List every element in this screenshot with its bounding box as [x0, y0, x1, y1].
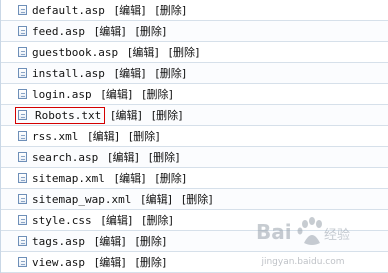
file-row: rss.xml [编辑] [删除] [1, 126, 388, 147]
file-row-content: default.asp [编辑] [删除] [32, 0, 196, 20]
file-row-content: guestbook.asp [编辑] [删除] [32, 42, 209, 62]
file-name: install.asp [32, 66, 105, 80]
file-name: sitemap.xml [32, 171, 105, 185]
edit-link[interactable]: [编辑] [108, 149, 139, 165]
delete-link[interactable]: [删除] [152, 107, 183, 123]
file-icon [18, 173, 27, 183]
delete-link[interactable]: [删除] [136, 254, 167, 270]
delete-link[interactable]: [删除] [136, 233, 167, 249]
delete-link[interactable]: [删除] [142, 212, 173, 228]
file-name: view.asp [32, 255, 85, 269]
file-row: sitemap.xml [编辑] [删除] [1, 168, 388, 189]
file-row: view.asp [编辑] [删除] [1, 252, 388, 273]
file-icon [18, 257, 27, 267]
file-name: Robots.txt [35, 108, 102, 122]
delete-link[interactable]: [删除] [155, 65, 186, 81]
file-icon [18, 47, 27, 57]
edit-link[interactable]: [编辑] [102, 212, 133, 228]
file-row: tags.asp [编辑] [删除] [1, 231, 388, 252]
file-row: guestbook.asp [编辑] [删除] [1, 42, 388, 63]
file-row: feed.asp [编辑] [删除] [1, 21, 388, 42]
file-name: login.asp [32, 87, 92, 101]
edit-link[interactable]: [编辑] [115, 65, 146, 81]
file-row-content: tags.asp [编辑] [删除] [32, 231, 176, 251]
file-list: default.asp [编辑] [删除] feed.asp [编辑] [删除] guest… [0, 0, 388, 273]
file-name: style.css [32, 213, 92, 227]
edit-link[interactable]: [编辑] [128, 44, 159, 60]
edit-link[interactable]: [编辑] [115, 170, 146, 186]
file-icon [18, 68, 27, 78]
file-row-content: install.asp [编辑] [删除] [32, 63, 196, 83]
delete-link[interactable]: [删除] [155, 2, 186, 18]
file-row: Robots.txt [编辑] [删除] [1, 105, 388, 126]
file-name: search.asp [32, 150, 99, 164]
file-row: login.asp [编辑] [删除] [1, 84, 388, 105]
file-row-content: login.asp [编辑] [删除] [32, 84, 183, 104]
file-name-wrap: Robots.txt [15, 106, 106, 124]
file-row: style.css [编辑] [删除] [1, 210, 388, 231]
delete-link[interactable]: [删除] [182, 191, 213, 207]
file-row-content: sitemap_wap.xml [编辑] [删除] [32, 189, 223, 209]
file-row-content: search.asp [编辑] [删除] [32, 147, 189, 167]
edit-link[interactable]: [编辑] [102, 86, 133, 102]
file-name: default.asp [32, 3, 105, 17]
delete-link[interactable]: [删除] [136, 23, 167, 39]
file-icon [18, 152, 27, 162]
edit-link[interactable]: [编辑] [95, 254, 126, 270]
delete-link[interactable]: [删除] [155, 170, 186, 186]
file-icon [18, 194, 27, 204]
edit-link[interactable]: [编辑] [115, 2, 146, 18]
file-row-content: Robots.txt [编辑] [删除] [15, 105, 192, 125]
file-icon [18, 215, 27, 225]
file-name: feed.asp [32, 24, 85, 38]
delete-link[interactable]: [删除] [149, 149, 180, 165]
file-name: guestbook.asp [32, 45, 119, 59]
file-name: tags.asp [32, 234, 85, 248]
edit-link[interactable]: [编辑] [111, 107, 142, 123]
file-row-content: feed.asp [编辑] [删除] [32, 21, 176, 41]
file-row: sitemap_wap.xml [编辑] [删除] [1, 189, 388, 210]
file-name: sitemap_wap.xml [32, 192, 132, 206]
file-row-content: style.css [编辑] [删除] [32, 210, 183, 230]
file-name: rss.xml [32, 129, 79, 143]
file-row: install.asp [编辑] [删除] [1, 63, 388, 84]
edit-link[interactable]: [编辑] [95, 23, 126, 39]
file-row: default.asp [编辑] [删除] [1, 0, 388, 21]
edit-link[interactable]: [编辑] [88, 128, 119, 144]
edit-link[interactable]: [编辑] [95, 233, 126, 249]
delete-link[interactable]: [删除] [169, 44, 200, 60]
file-row-content: rss.xml [编辑] [删除] [32, 126, 170, 146]
file-icon [18, 5, 27, 15]
file-icon [18, 89, 27, 99]
edit-link[interactable]: [编辑] [141, 191, 172, 207]
file-row-content: view.asp [编辑] [删除] [32, 252, 176, 272]
file-icon [18, 26, 27, 36]
file-row: search.asp [编辑] [删除] [1, 147, 388, 168]
file-icon [18, 236, 27, 246]
file-icon [18, 131, 27, 141]
delete-link[interactable]: [删除] [142, 86, 173, 102]
delete-link[interactable]: [删除] [129, 128, 160, 144]
file-row-content: sitemap.xml [编辑] [删除] [32, 168, 196, 188]
